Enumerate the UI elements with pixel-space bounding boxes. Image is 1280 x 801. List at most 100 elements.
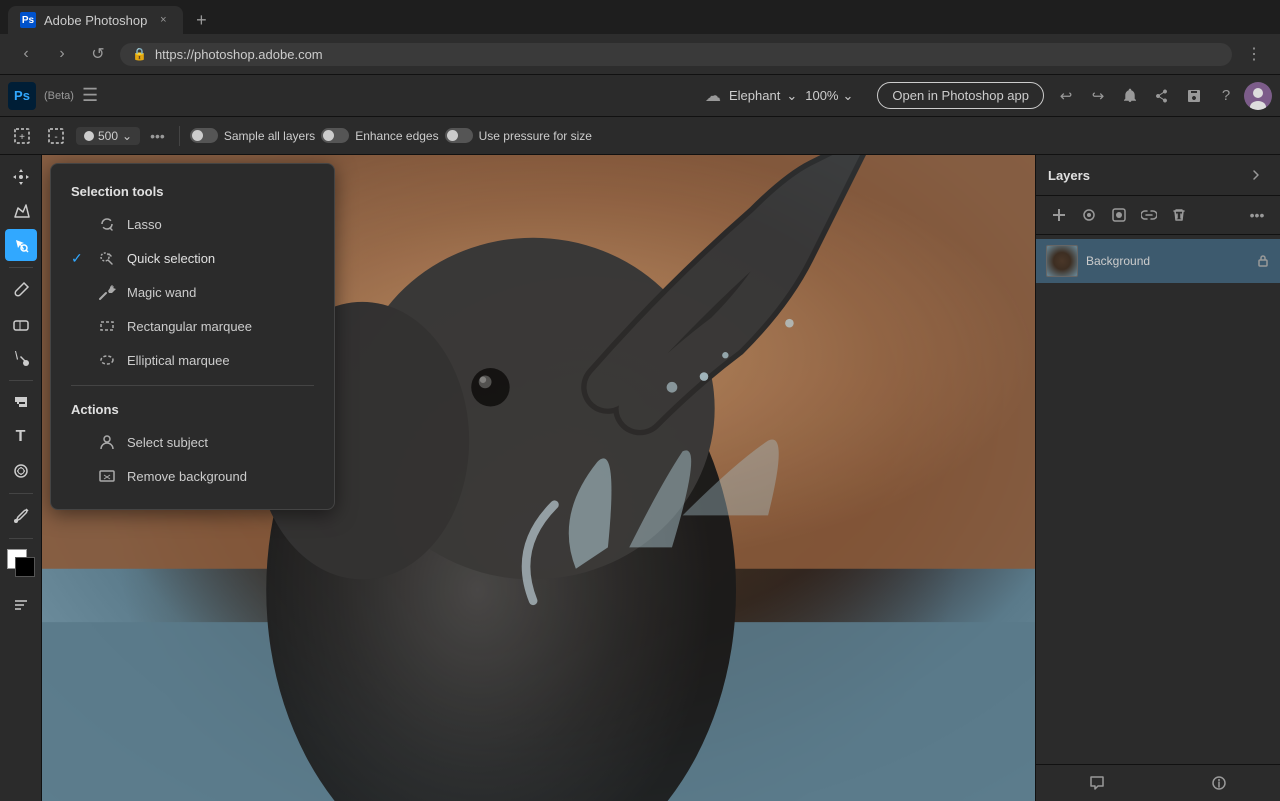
brush-size-control[interactable]: 500 ⌄ xyxy=(76,127,140,145)
tool-separator-2 xyxy=(9,380,33,381)
layer-effects-button[interactable] xyxy=(1076,202,1102,228)
tab-favicon: Ps xyxy=(20,12,36,28)
ps-logo: Ps xyxy=(8,82,36,110)
select-subject-label: Select subject xyxy=(127,435,208,450)
layer-lock-icon xyxy=(1256,254,1270,268)
url-text: https://photoshop.adobe.com xyxy=(155,47,323,62)
text-tool[interactable]: T xyxy=(5,421,37,453)
ellip-marquee-item[interactable]: Elliptical marquee xyxy=(51,343,334,377)
active-tab[interactable]: Ps Adobe Photoshop × xyxy=(8,6,183,34)
help-button[interactable]: ? xyxy=(1212,82,1240,110)
subtract-selection-button[interactable]: - xyxy=(42,122,70,150)
add-layer-button[interactable] xyxy=(1046,202,1072,228)
hamburger-menu[interactable]: ☰ xyxy=(82,85,98,106)
tool-separator-1 xyxy=(9,267,33,268)
sample-all-layers-label: Sample all layers xyxy=(224,129,315,143)
crop-tool[interactable] xyxy=(5,387,37,419)
layers-expand-button[interactable] xyxy=(1244,163,1268,187)
left-toolbar: T xyxy=(0,155,42,801)
canvas-area[interactable]: Selection tools Lasso ✓ Quick sele xyxy=(42,155,1035,801)
heal-tool[interactable] xyxy=(5,455,37,487)
url-bar[interactable]: 🔒 https://photoshop.adobe.com xyxy=(120,43,1232,66)
tab-close-button[interactable]: × xyxy=(155,12,171,28)
add-selection-button[interactable]: + xyxy=(8,122,36,150)
move-tool[interactable] xyxy=(5,161,37,193)
rect-marquee-icon xyxy=(97,316,117,336)
info-button[interactable] xyxy=(1158,765,1280,801)
share-button[interactable] xyxy=(1148,82,1176,110)
redo-button[interactable]: ↪ xyxy=(1084,82,1112,110)
layer-name: Background xyxy=(1086,254,1248,268)
more-options-button[interactable]: ••• xyxy=(146,128,169,144)
zoom-control[interactable]: 100% ⌄ xyxy=(805,88,853,104)
selection-tools-dropdown: Selection tools Lasso ✓ Quick sele xyxy=(50,163,335,510)
delete-layer-button[interactable] xyxy=(1166,202,1192,228)
right-panel-bottom xyxy=(1036,764,1280,801)
eyedropper-tool[interactable] xyxy=(5,500,37,532)
link-layers-button[interactable] xyxy=(1136,202,1162,228)
eraser-tool[interactable] xyxy=(5,308,37,340)
quick-selection-item[interactable]: ✓ Quick selection xyxy=(51,241,334,275)
sort-tool[interactable] xyxy=(5,589,37,621)
shape-tool[interactable] xyxy=(5,195,37,227)
rect-marquee-item[interactable]: Rectangular marquee xyxy=(51,309,334,343)
magic-wand-icon xyxy=(97,282,117,302)
tab-title: Adobe Photoshop xyxy=(44,13,147,28)
use-pressure-toggle[interactable]: Use pressure for size xyxy=(445,128,592,143)
panel-divider xyxy=(71,385,314,386)
brush-chevron-icon: ⌄ xyxy=(122,129,132,143)
actions-title: Actions xyxy=(51,394,334,425)
user-avatar[interactable] xyxy=(1244,82,1272,110)
cloud-icon: ☁ xyxy=(705,86,721,106)
browser-menu-button[interactable]: ⋮ xyxy=(1240,40,1268,68)
layers-title: Layers xyxy=(1048,168,1244,183)
open-in-photoshop-button[interactable]: Open in Photoshop app xyxy=(877,82,1044,109)
enhance-edges-toggle[interactable]: Enhance edges xyxy=(321,128,438,143)
svg-text:-: - xyxy=(54,132,57,143)
layer-item-background[interactable]: Background xyxy=(1036,239,1280,283)
ellip-marquee-label: Elliptical marquee xyxy=(127,353,230,368)
layer-thumbnail xyxy=(1046,245,1078,277)
layers-toolbar: ••• xyxy=(1036,196,1280,235)
layers-list: Background xyxy=(1036,235,1280,764)
right-panel: Layers xyxy=(1035,155,1280,801)
zoom-chevron-icon: ⌄ xyxy=(842,88,853,104)
remove-background-item[interactable]: Remove background xyxy=(51,459,334,493)
remove-background-label: Remove background xyxy=(127,469,247,484)
tool-separator-4 xyxy=(9,538,33,539)
sample-all-layers-toggle[interactable]: Sample all layers xyxy=(190,128,315,143)
lasso-icon xyxy=(97,214,117,234)
refresh-button[interactable]: ↺ xyxy=(84,40,112,68)
comments-button[interactable] xyxy=(1036,765,1158,801)
tool-separator-3 xyxy=(9,493,33,494)
use-pressure-label: Use pressure for size xyxy=(479,129,592,143)
quick-selection-label: Quick selection xyxy=(127,251,215,266)
magic-wand-item[interactable]: Magic wand xyxy=(51,275,334,309)
fill-tool[interactable] xyxy=(5,342,37,374)
color-swatch[interactable] xyxy=(7,549,35,577)
undo-button[interactable]: ↩ xyxy=(1052,82,1080,110)
background-color[interactable] xyxy=(15,557,35,577)
layer-mask-button[interactable] xyxy=(1106,202,1132,228)
forward-button[interactable]: › xyxy=(48,40,76,68)
ellip-marquee-icon xyxy=(97,350,117,370)
brush-size-value: 500 xyxy=(98,129,118,143)
brush-tool[interactable] xyxy=(5,274,37,306)
lock-icon: 🔒 xyxy=(132,47,147,61)
notifications-button[interactable] xyxy=(1116,82,1144,110)
rect-marquee-label: Rectangular marquee xyxy=(127,319,252,334)
lasso-tool-item[interactable]: Lasso xyxy=(51,207,334,241)
save-button[interactable] xyxy=(1180,82,1208,110)
remove-background-icon xyxy=(97,466,117,486)
layers-header: Layers xyxy=(1036,155,1280,196)
select-subject-item[interactable]: Select subject xyxy=(51,425,334,459)
layer-more-button[interactable]: ••• xyxy=(1244,202,1270,228)
beta-badge: (Beta) xyxy=(44,90,74,102)
back-button[interactable]: ‹ xyxy=(12,40,40,68)
new-tab-button[interactable]: + xyxy=(187,6,215,34)
selection-tool[interactable] xyxy=(5,229,37,261)
quick-selection-icon xyxy=(97,248,117,268)
enhance-edges-label: Enhance edges xyxy=(355,129,438,143)
file-name[interactable]: Elephant ⌄ xyxy=(729,88,797,104)
magic-wand-label: Magic wand xyxy=(127,285,196,300)
